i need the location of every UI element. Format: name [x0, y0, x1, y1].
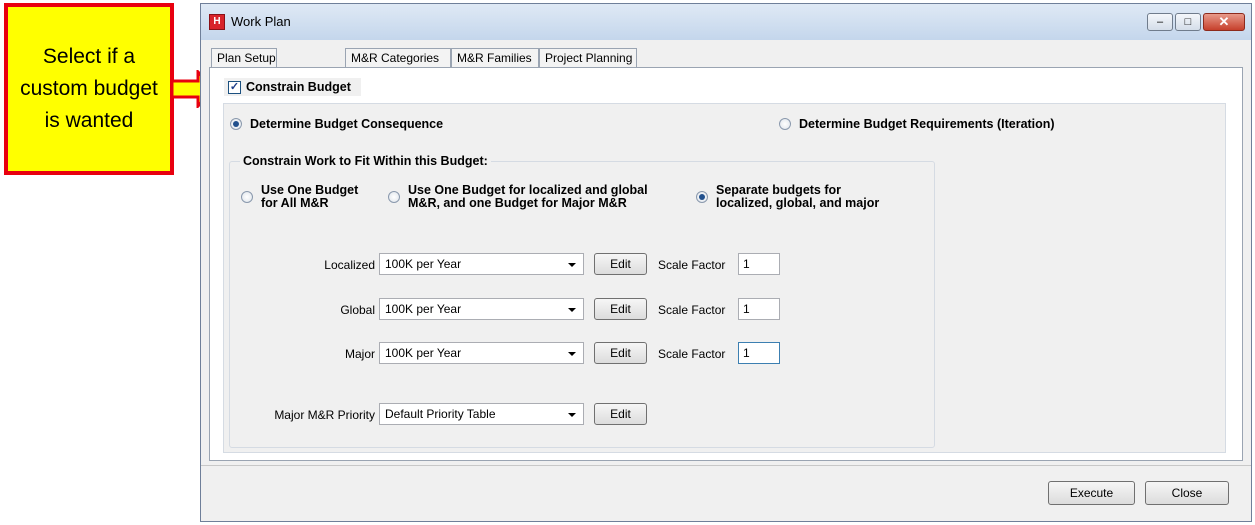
- budget-section: Determine Budget Consequence Determine B…: [223, 103, 1226, 453]
- one-budget-label: Use One Budget for All M&R: [261, 184, 358, 210]
- radio-separate-budgets[interactable]: Separate budgets for localized, global, …: [696, 184, 879, 210]
- localized-scale-input[interactable]: 1: [738, 253, 780, 275]
- global-budget-value: 100K per Year: [385, 302, 462, 316]
- constrain-budget-checkbox[interactable]: ✓ Constrain Budget: [224, 78, 361, 96]
- two-budgets-label: Use One Budget for localized and global …: [408, 184, 648, 210]
- major-scale-input[interactable]: 1: [738, 342, 780, 364]
- footer-divider: [201, 465, 1251, 466]
- chevron-down-icon: [568, 352, 576, 356]
- close-window-button[interactable]: ✕: [1203, 13, 1245, 31]
- major-budget-value: 100K per Year: [385, 346, 462, 360]
- localized-budget-value: 100K per Year: [385, 257, 462, 271]
- radio-unselected-icon[interactable]: [779, 118, 791, 130]
- maximize-icon: □: [1184, 16, 1192, 28]
- budget-constraint-group: Constrain Work to Fit Within this Budget…: [229, 154, 935, 448]
- separate-budgets-label: Separate budgets for localized, global, …: [716, 184, 879, 210]
- maximize-button[interactable]: □: [1175, 13, 1201, 31]
- window-title: Work Plan: [231, 14, 291, 29]
- callout-text: Select if a custom budget is wanted: [20, 45, 158, 132]
- global-scale-input[interactable]: 1: [738, 298, 780, 320]
- minimize-button[interactable]: –: [1147, 13, 1173, 31]
- priority-table-select[interactable]: Default Priority Table: [379, 403, 584, 425]
- plan-setup-panel: ✓ Constrain Budget Determine Budget Cons…: [209, 67, 1243, 461]
- execute-button[interactable]: Execute: [1048, 481, 1135, 505]
- group-title: Constrain Work to Fit Within this Budget…: [240, 154, 491, 168]
- major-label: Major: [344, 347, 375, 361]
- constrain-budget-label: Constrain Budget: [246, 80, 351, 94]
- radio-selected-icon[interactable]: [230, 118, 242, 130]
- global-label: Global: [340, 303, 375, 317]
- localized-label: Localized: [324, 258, 375, 272]
- close-icon: ✕: [1218, 14, 1230, 29]
- radio-one-budget[interactable]: Use One Budget for All M&R: [241, 184, 358, 210]
- tab-mr-families[interactable]: M&R Families: [451, 48, 539, 68]
- two-budgets-line2: M&R, and one Budget for Major M&R: [408, 196, 627, 210]
- localized-scale-label: Scale Factor: [658, 258, 726, 272]
- major-scale-label: Scale Factor: [658, 347, 726, 361]
- radio-two-budgets[interactable]: Use One Budget for localized and global …: [388, 184, 648, 210]
- major-edit-button[interactable]: Edit: [594, 342, 647, 364]
- priority-label: Major M&R Priority: [274, 408, 375, 422]
- radio-determine-consequence[interactable]: Determine Budget Consequence: [230, 117, 443, 131]
- chevron-down-icon: [568, 263, 576, 267]
- app-icon: H: [209, 14, 225, 30]
- title-bar: H Work Plan – □ ✕: [201, 4, 1251, 40]
- major-budget-select[interactable]: 100K per Year: [379, 342, 584, 364]
- minimize-icon: –: [1156, 16, 1164, 28]
- global-budget-select[interactable]: 100K per Year: [379, 298, 584, 320]
- work-plan-window: H Work Plan – □ ✕ Plan Setup M&R Categor…: [200, 3, 1252, 522]
- radio-unselected-icon[interactable]: [241, 191, 253, 203]
- separate-budgets-line2: localized, global, and major: [716, 196, 880, 210]
- chevron-down-icon: [568, 413, 576, 417]
- priority-edit-button[interactable]: Edit: [594, 403, 647, 425]
- chevron-down-icon: [568, 308, 576, 312]
- checkbox-box[interactable]: ✓: [228, 80, 241, 94]
- determine-requirements-label: Determine Budget Requirements (Iteration…: [799, 117, 1055, 131]
- close-button[interactable]: Close: [1145, 481, 1229, 505]
- localized-edit-button[interactable]: Edit: [594, 253, 647, 275]
- priority-table-value: Default Priority Table: [385, 407, 496, 421]
- tab-mr-categories[interactable]: M&R Categories: [345, 48, 451, 68]
- one-budget-line2: for All M&R: [261, 196, 329, 210]
- global-edit-button[interactable]: Edit: [594, 298, 647, 320]
- radio-unselected-icon[interactable]: [388, 191, 400, 203]
- radio-selected-icon[interactable]: [696, 191, 708, 203]
- global-scale-label: Scale Factor: [658, 303, 726, 317]
- localized-budget-select[interactable]: 100K per Year: [379, 253, 584, 275]
- tab-project-planning[interactable]: Project Planning: [539, 48, 637, 68]
- determine-consequence-label: Determine Budget Consequence: [250, 117, 444, 131]
- radio-determine-requirements[interactable]: Determine Budget Requirements (Iteration…: [779, 117, 1055, 131]
- callout-note: Select if a custom budget is wanted: [4, 3, 174, 175]
- tab-plan-setup[interactable]: Plan Setup: [211, 48, 277, 68]
